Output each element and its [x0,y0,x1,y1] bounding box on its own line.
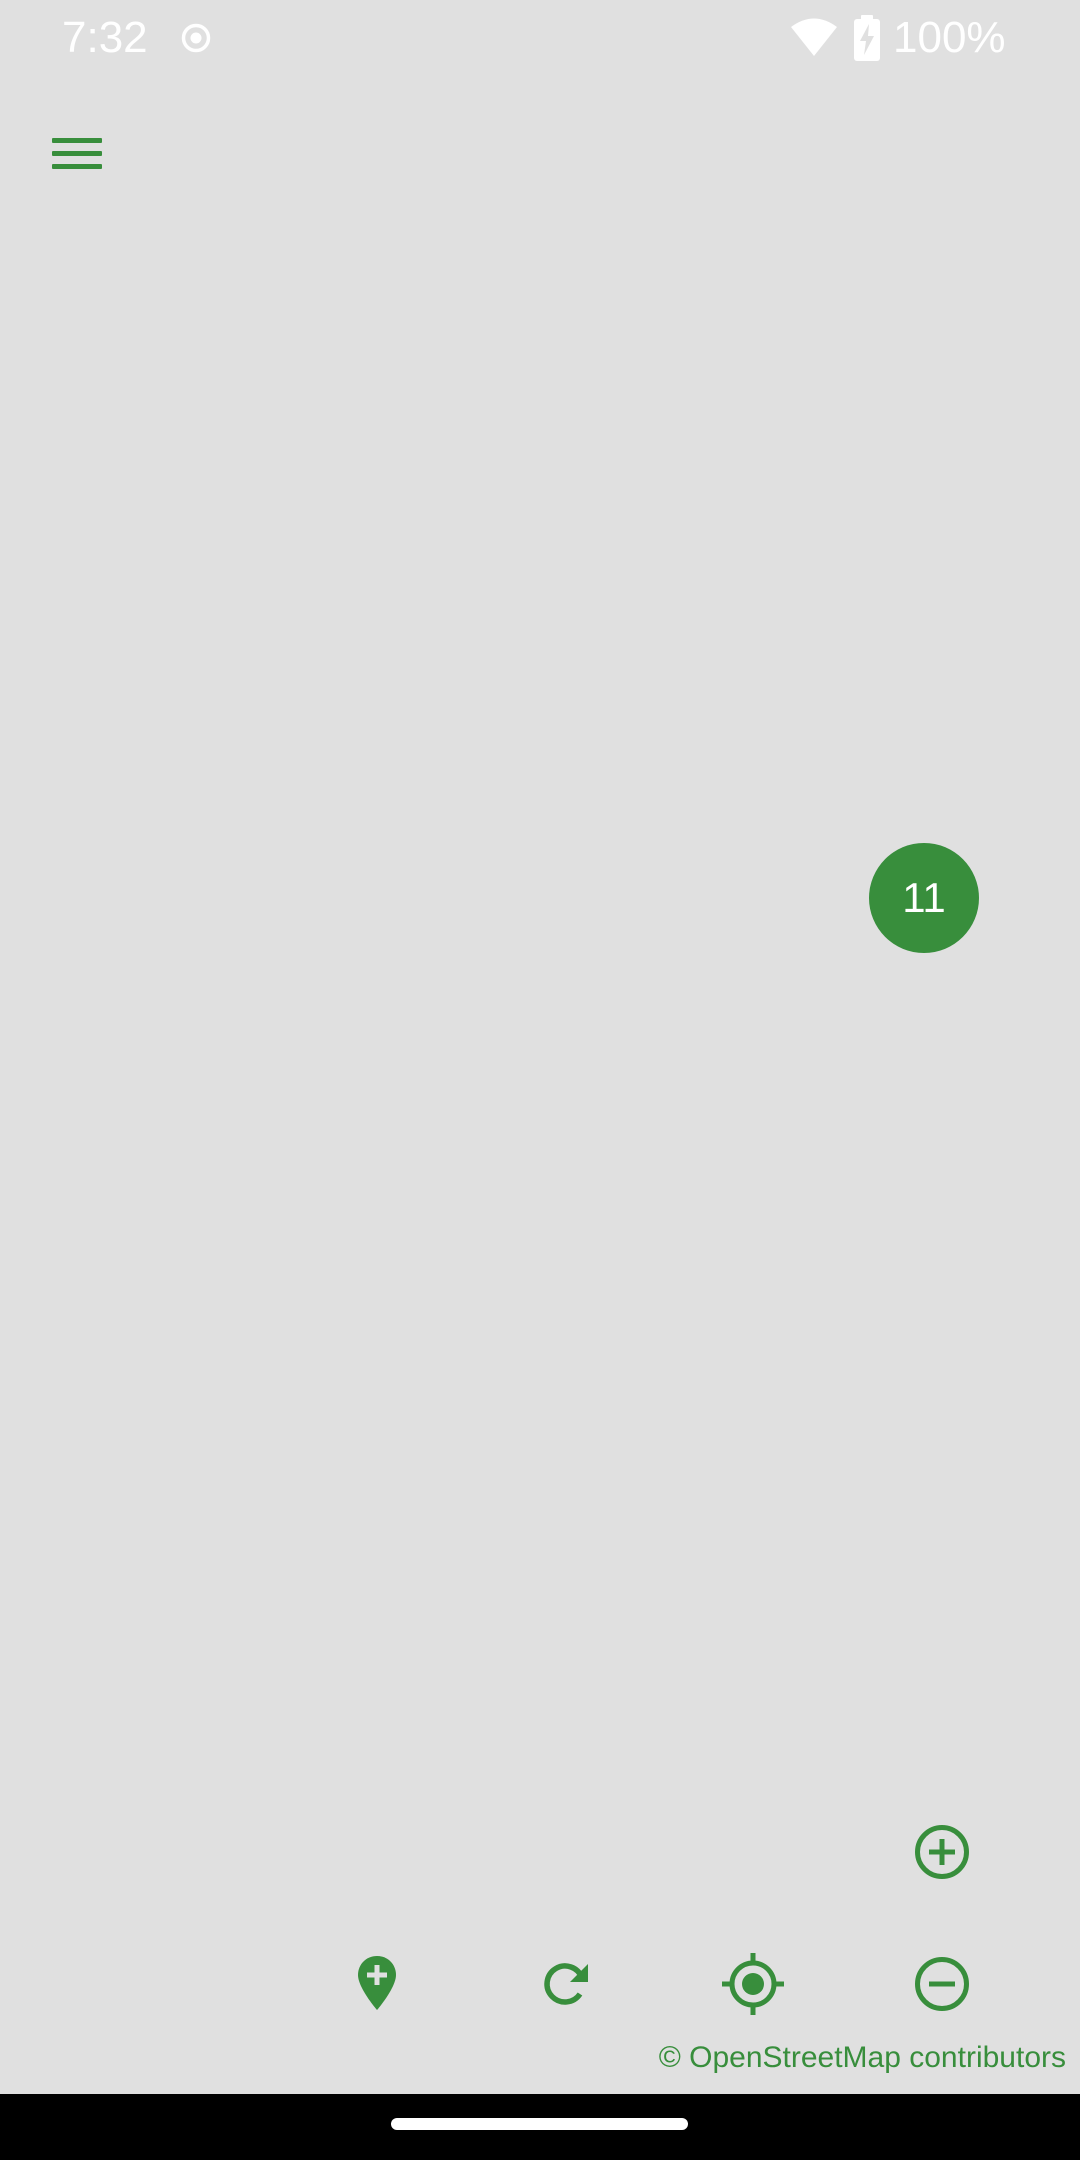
wifi-icon [790,18,838,58]
cluster-marker[interactable]: 11 [869,843,979,953]
battery-percentage: 100% [893,13,1006,62]
map-attribution[interactable]: © OpenStreetMap contributors [659,2038,1066,2078]
zoom-out-button[interactable] [906,1948,978,2020]
zoom-in-button[interactable] [906,1816,978,1888]
refresh-button[interactable] [530,1948,602,2020]
zoom-out-icon [906,1948,978,2020]
refresh-icon [530,1948,602,2020]
add-location-icon [341,1948,413,2020]
battery-charging-icon [852,15,882,61]
home-gesture-handle[interactable] [391,2118,688,2130]
status-time: 7:32 [62,13,148,62]
zoom-in-icon [906,1816,978,1888]
navigation-bar [0,2094,1080,2160]
map-view[interactable] [0,78,1080,2076]
my-location-icon [717,1948,789,2020]
status-bar: 7:32 100% [0,0,1080,78]
record-circle-icon [180,22,212,54]
add-place-button[interactable] [341,1948,413,2020]
menu-button[interactable] [40,124,114,182]
app-screen: 7:32 100% 11 © OpenStreetMap contributor… [0,0,1080,2160]
locate-button[interactable] [717,1948,789,2020]
